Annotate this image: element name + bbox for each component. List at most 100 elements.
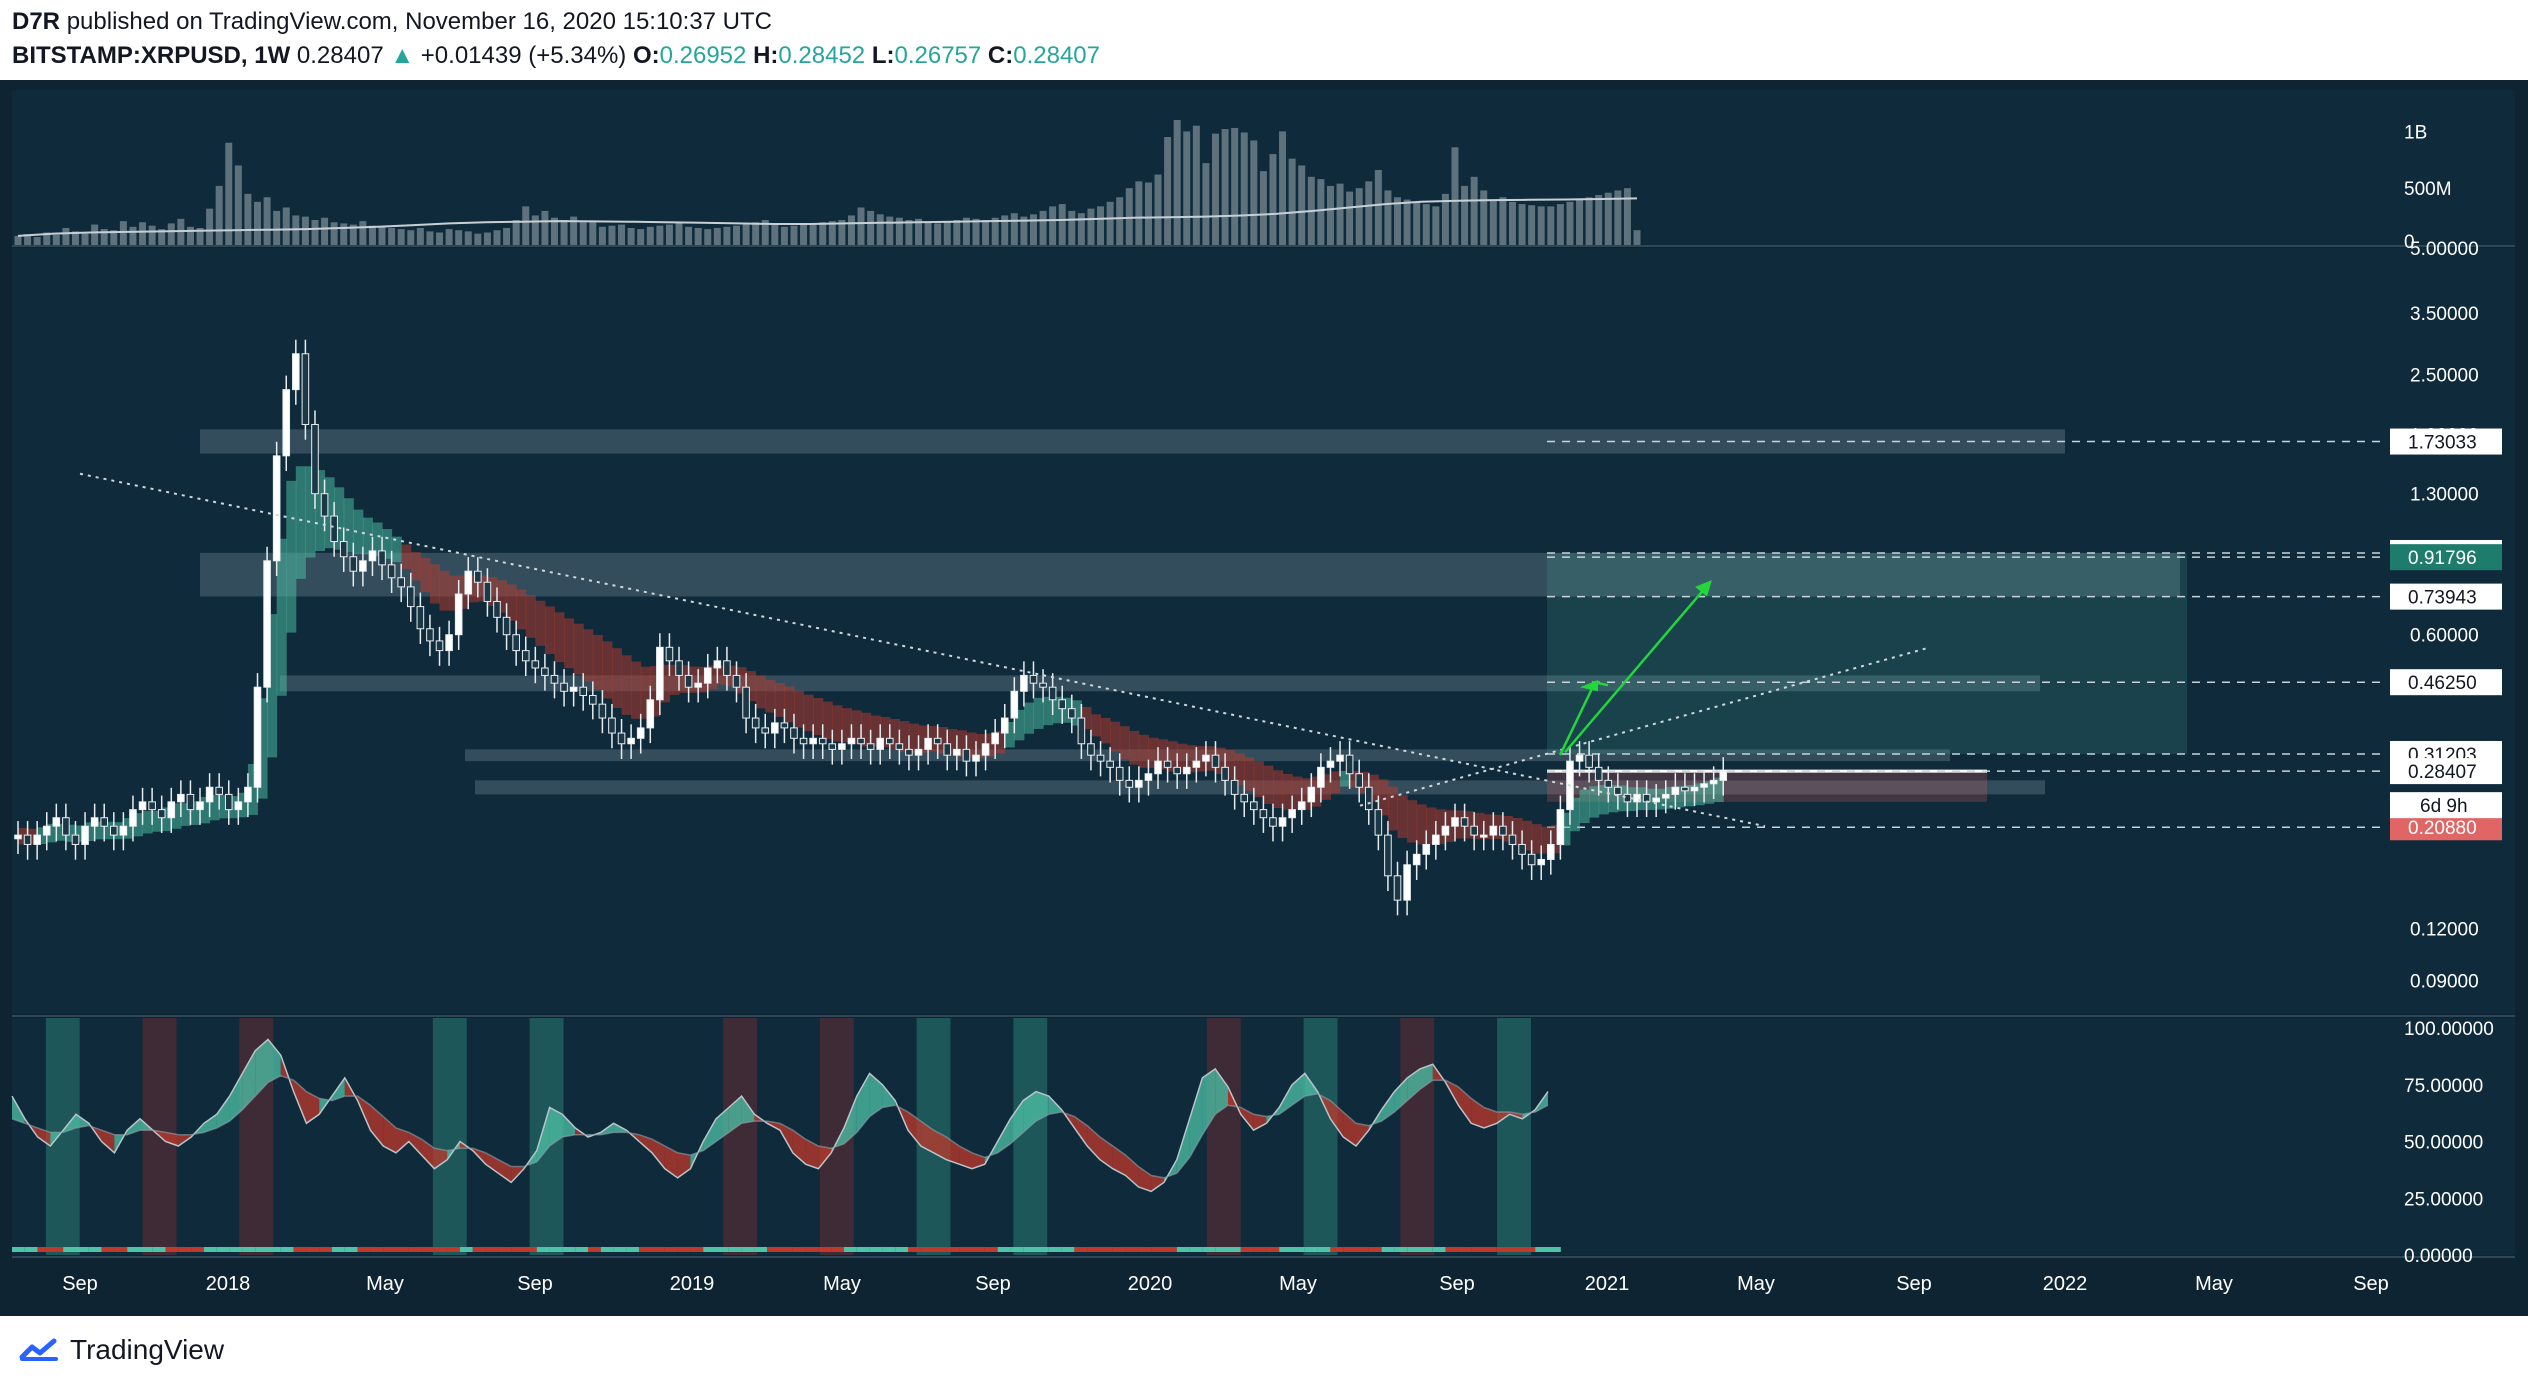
volume-bar xyxy=(273,210,281,245)
candle xyxy=(282,389,291,457)
trend-ribbon-segment xyxy=(1100,717,1111,744)
candle xyxy=(751,717,760,729)
candle xyxy=(493,600,501,618)
volume-bar xyxy=(388,227,396,245)
volume-bar xyxy=(1604,192,1612,245)
volume-bar xyxy=(1192,125,1200,245)
symbol-name[interactable]: BITSTAMP:XRPUSD xyxy=(12,42,241,69)
candle xyxy=(627,737,635,745)
trend-ribbon-segment xyxy=(602,641,613,699)
high-label: H: xyxy=(753,42,779,69)
state-strip-segment xyxy=(396,1247,409,1252)
state-strip-segment xyxy=(780,1247,793,1252)
volume-bar xyxy=(943,221,951,245)
candle xyxy=(52,817,61,827)
price-tag-label: 0.46250 xyxy=(2408,673,2477,694)
countdown-label: 6d 9h xyxy=(2420,796,2468,817)
candle xyxy=(1441,825,1450,836)
publisher-name[interactable]: D7R xyxy=(12,8,60,35)
state-strip-segment xyxy=(549,1247,563,1252)
oscillator-axis-label: 50.00000 xyxy=(2404,1133,2483,1154)
candle xyxy=(818,737,827,745)
volume-bar xyxy=(340,223,348,245)
state-strip-segment xyxy=(677,1247,691,1252)
tradingview-logo-icon xyxy=(19,1338,58,1361)
candle xyxy=(129,809,137,827)
volume-bar xyxy=(91,224,99,245)
candle xyxy=(1412,853,1421,866)
trend-ribbon-segment xyxy=(391,536,402,563)
candle xyxy=(656,646,664,701)
trend-ribbon-segment xyxy=(908,723,920,753)
volume-bar xyxy=(857,207,865,245)
volume-bar xyxy=(1049,206,1057,245)
volume-bar xyxy=(1135,181,1143,245)
state-strip-segment xyxy=(1023,1247,1036,1252)
state-strip-segment xyxy=(1484,1247,1497,1252)
time-axis-label: 2018 xyxy=(206,1273,251,1295)
state-strip-segment xyxy=(114,1247,128,1252)
candle xyxy=(1115,766,1124,781)
state-strip-segment xyxy=(741,1247,755,1252)
candle xyxy=(1182,766,1191,775)
candle xyxy=(196,801,204,811)
state-strip-segment xyxy=(690,1247,704,1252)
state-strip-segment xyxy=(920,1247,934,1252)
candle xyxy=(1202,754,1210,762)
state-strip-segment xyxy=(50,1247,64,1252)
time-axis-label: Sep xyxy=(1896,1273,1932,1295)
open-value: 0.26952 xyxy=(659,42,747,69)
candle xyxy=(1087,743,1095,756)
candle xyxy=(1317,766,1325,788)
volume-bar xyxy=(876,214,884,245)
volume-bar xyxy=(1183,131,1191,245)
state-strip-segment xyxy=(805,1247,819,1252)
volume-bar xyxy=(790,225,798,245)
volume-bar xyxy=(828,221,836,245)
time-axis-label: May xyxy=(823,1273,861,1295)
trend-ribbon-segment xyxy=(420,557,431,593)
candle xyxy=(1355,773,1364,788)
candle xyxy=(953,748,961,756)
volume-bar xyxy=(780,226,788,245)
trend-ribbon-segment xyxy=(784,686,795,723)
open-label: O: xyxy=(632,42,660,69)
candle xyxy=(972,754,980,762)
state-strip-segment xyxy=(1164,1247,1177,1252)
trend-ribbon-segment xyxy=(803,694,814,732)
state-strip-segment xyxy=(895,1247,908,1252)
candle xyxy=(531,660,540,669)
regime-band xyxy=(723,1018,757,1255)
state-strip-segment xyxy=(472,1247,486,1252)
volume-bar xyxy=(1221,129,1229,245)
volume-bar xyxy=(1508,201,1516,245)
volume-bar xyxy=(234,165,242,245)
time-axis-label: 2020 xyxy=(1128,1273,1173,1295)
volume-bar xyxy=(186,226,194,245)
brand-logo[interactable]: TradingView xyxy=(18,1334,224,1366)
volume-bar xyxy=(301,216,309,245)
trend-ribbon-segment xyxy=(535,600,546,646)
state-strip-segment xyxy=(76,1247,89,1252)
volume-bar xyxy=(445,229,453,245)
candle xyxy=(387,564,396,579)
trend-ribbon-segment xyxy=(841,708,852,743)
state-strip-segment xyxy=(1151,1247,1164,1252)
state-strip-segment xyxy=(1036,1247,1049,1252)
volume-bar xyxy=(493,230,501,245)
candle xyxy=(224,793,233,811)
trend-ribbon-segment xyxy=(1416,804,1427,845)
state-strip-segment xyxy=(216,1247,230,1252)
volume-bar xyxy=(1288,158,1296,245)
volume-bar xyxy=(1585,197,1593,245)
volume-bar xyxy=(119,221,127,245)
chart-area[interactable]: 1B500M05.000003.500002.500001.800001.300… xyxy=(0,80,2528,1316)
state-strip-segment xyxy=(652,1247,665,1252)
chart-canvas[interactable]: 1B500M05.000003.500002.500001.800001.300… xyxy=(0,80,2528,1316)
candle xyxy=(1671,786,1680,795)
state-strip-segment xyxy=(1381,1247,1395,1252)
trend-ribbon-segment xyxy=(1043,696,1054,726)
interval-label[interactable]: 1W xyxy=(254,42,290,69)
state-strip-segment xyxy=(562,1247,576,1252)
state-strip-segment xyxy=(63,1247,76,1252)
